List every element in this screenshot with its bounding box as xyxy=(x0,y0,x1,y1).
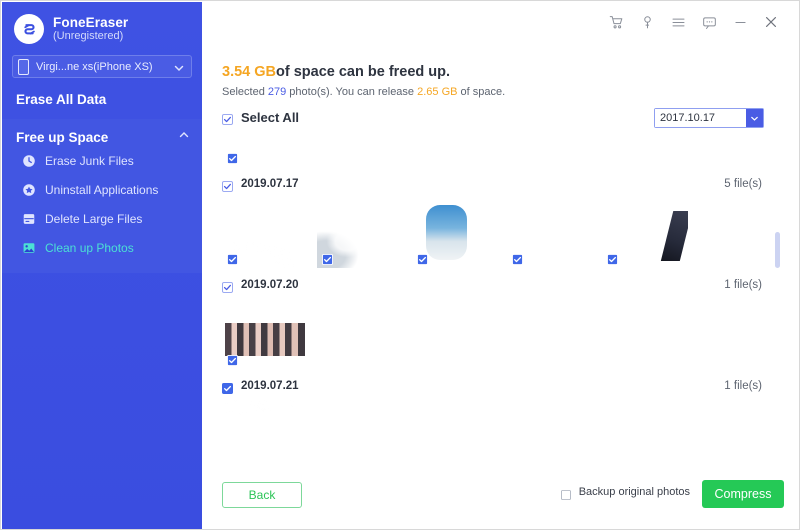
headline-rest: of space can be freed up. xyxy=(276,64,451,80)
menu-icon[interactable] xyxy=(665,9,691,35)
titlebar xyxy=(202,2,798,42)
group-date: 2019.07.17 xyxy=(241,178,299,190)
photo-group: 2019.07.21 1 file(s) xyxy=(222,375,784,466)
document-icon xyxy=(22,212,36,226)
feedback-icon[interactable] xyxy=(696,9,722,35)
headline: 3.54 GBof space can be freed up. xyxy=(222,64,450,80)
photo-thumbnail[interactable] xyxy=(602,198,688,268)
photo-checkbox[interactable] xyxy=(227,151,238,164)
free-up-space-header[interactable]: Free up Space xyxy=(2,128,202,146)
photo-checkbox[interactable] xyxy=(417,252,428,265)
sidebar-item-clean-up-photos[interactable]: Clean up Photos xyxy=(2,233,202,262)
app-circle-icon xyxy=(22,183,36,197)
photo-checkbox[interactable] xyxy=(227,252,238,265)
sidebar-section-free-up-space: Free up Space Erase Junk Files Uninstall… xyxy=(2,119,202,273)
photo-thumbnail[interactable] xyxy=(317,198,403,268)
chevron-down-icon[interactable] xyxy=(746,109,763,127)
app-logo-icon xyxy=(14,14,44,44)
photo-group: 2019.07.17 5 file(s) xyxy=(222,173,784,268)
group-checkbox[interactable] xyxy=(222,179,233,192)
brand: FoneEraser (Unregistered) xyxy=(2,2,202,46)
releasable-size: 2.65 GB xyxy=(417,86,458,98)
registration-status: (Unregistered) xyxy=(53,29,124,42)
sub-middle: photo(s). You can release xyxy=(286,86,418,98)
sidebar: FoneEraser (Unregistered) Virgi...ne xs(… xyxy=(2,2,202,529)
sidebar-item-label: Delete Large Files xyxy=(45,211,143,226)
phone-icon xyxy=(18,58,29,75)
device-name: Virgi...ne xs(iPhone XS) xyxy=(36,60,153,73)
chevron-down-icon xyxy=(173,61,185,73)
group-header[interactable]: 2019.07.21 1 file(s) xyxy=(222,375,784,397)
photo-thumbnail[interactable] xyxy=(222,133,308,167)
photo-thumbnail[interactable] xyxy=(222,198,308,268)
photo-thumbnail[interactable] xyxy=(412,198,498,268)
key-icon[interactable] xyxy=(634,9,660,35)
photo-checkbox[interactable] xyxy=(607,252,618,265)
compress-button[interactable]: Compress xyxy=(702,480,784,508)
group-header[interactable]: 2019.07.17 5 file(s) xyxy=(222,173,784,195)
freeable-size: 3.54 GB xyxy=(222,64,276,80)
footer: Back Backup original photos Compress xyxy=(202,466,798,528)
thumbnail-row xyxy=(222,299,784,369)
date-filter-dropdown[interactable]: 2017.10.17 xyxy=(654,108,764,128)
photo-group: 2019.07.20 1 file(s) xyxy=(222,274,784,369)
clock-icon xyxy=(22,154,36,168)
photo-thumbnail[interactable] xyxy=(507,198,593,268)
sidebar-item-label: Uninstall Applications xyxy=(45,182,159,197)
cart-icon[interactable] xyxy=(603,9,629,35)
backup-label: Backup original photos xyxy=(578,486,690,498)
chevron-up-icon xyxy=(178,128,190,146)
sidebar-item-delete-large-files[interactable]: Delete Large Files xyxy=(2,204,202,233)
sub-prefix: Selected xyxy=(222,86,268,98)
close-icon[interactable] xyxy=(758,9,784,35)
group-checkbox[interactable] xyxy=(222,280,233,293)
photo-groups-list[interactable]: 2019.07.17 5 file(s) 2019.07.20 1 file(s… xyxy=(222,132,784,466)
backup-checkbox[interactable] xyxy=(560,487,572,500)
sidebar-item-label: Clean up Photos xyxy=(45,240,134,255)
device-selector[interactable]: Virgi...ne xs(iPhone XS) xyxy=(12,55,192,78)
sidebar-item-label: Erase Junk Files xyxy=(45,153,134,168)
select-all-checkbox[interactable] xyxy=(222,112,233,125)
group-header[interactable]: 2019.07.20 1 file(s) xyxy=(222,274,784,296)
thumbnail-row xyxy=(222,198,784,268)
main-content: 3.54 GBof space can be freed up. Selecte… xyxy=(202,42,798,528)
sub-suffix: of space. xyxy=(457,86,506,98)
backup-original-photos-row[interactable]: Backup original photos xyxy=(560,486,690,500)
subline: Selected 279 photo(s). You can release 2… xyxy=(222,86,505,98)
photo-checkbox[interactable] xyxy=(512,252,523,265)
photo-thumbnail[interactable] xyxy=(222,400,308,466)
group-date: 2019.07.20 xyxy=(241,279,299,291)
minimize-icon[interactable] xyxy=(727,9,753,35)
sidebar-item-erase-junk-files[interactable]: Erase Junk Files xyxy=(2,146,202,175)
photo-checkbox[interactable] xyxy=(322,252,333,265)
photo-group xyxy=(222,133,784,167)
photo-checkbox[interactable] xyxy=(227,353,238,366)
group-date: 2019.07.21 xyxy=(241,380,299,392)
vertical-scrollbar[interactable] xyxy=(775,232,780,268)
select-all-row[interactable]: Select All xyxy=(222,110,299,125)
free-up-space-title: Free up Space xyxy=(16,129,109,145)
back-button[interactable]: Back xyxy=(222,482,302,508)
thumbnail-row xyxy=(222,133,784,167)
date-filter-value: 2017.10.17 xyxy=(655,109,746,127)
sidebar-item-uninstall-applications[interactable]: Uninstall Applications xyxy=(2,175,202,204)
app-window: FoneEraser (Unregistered) Virgi...ne xs(… xyxy=(0,0,800,530)
group-file-count: 5 file(s) xyxy=(724,178,762,190)
thumbnail-row xyxy=(222,400,784,466)
selected-photo-count: 279 xyxy=(267,86,287,98)
app-name: FoneEraser xyxy=(53,14,129,30)
group-file-count: 1 file(s) xyxy=(724,279,762,291)
group-checkbox[interactable] xyxy=(222,381,233,394)
select-all-label: Select All xyxy=(241,110,300,125)
photo-thumbnail[interactable] xyxy=(222,299,308,369)
sidebar-item-erase-all-data[interactable]: Erase All Data xyxy=(2,78,202,119)
group-file-count: 1 file(s) xyxy=(724,380,762,392)
photo-icon xyxy=(22,241,36,255)
